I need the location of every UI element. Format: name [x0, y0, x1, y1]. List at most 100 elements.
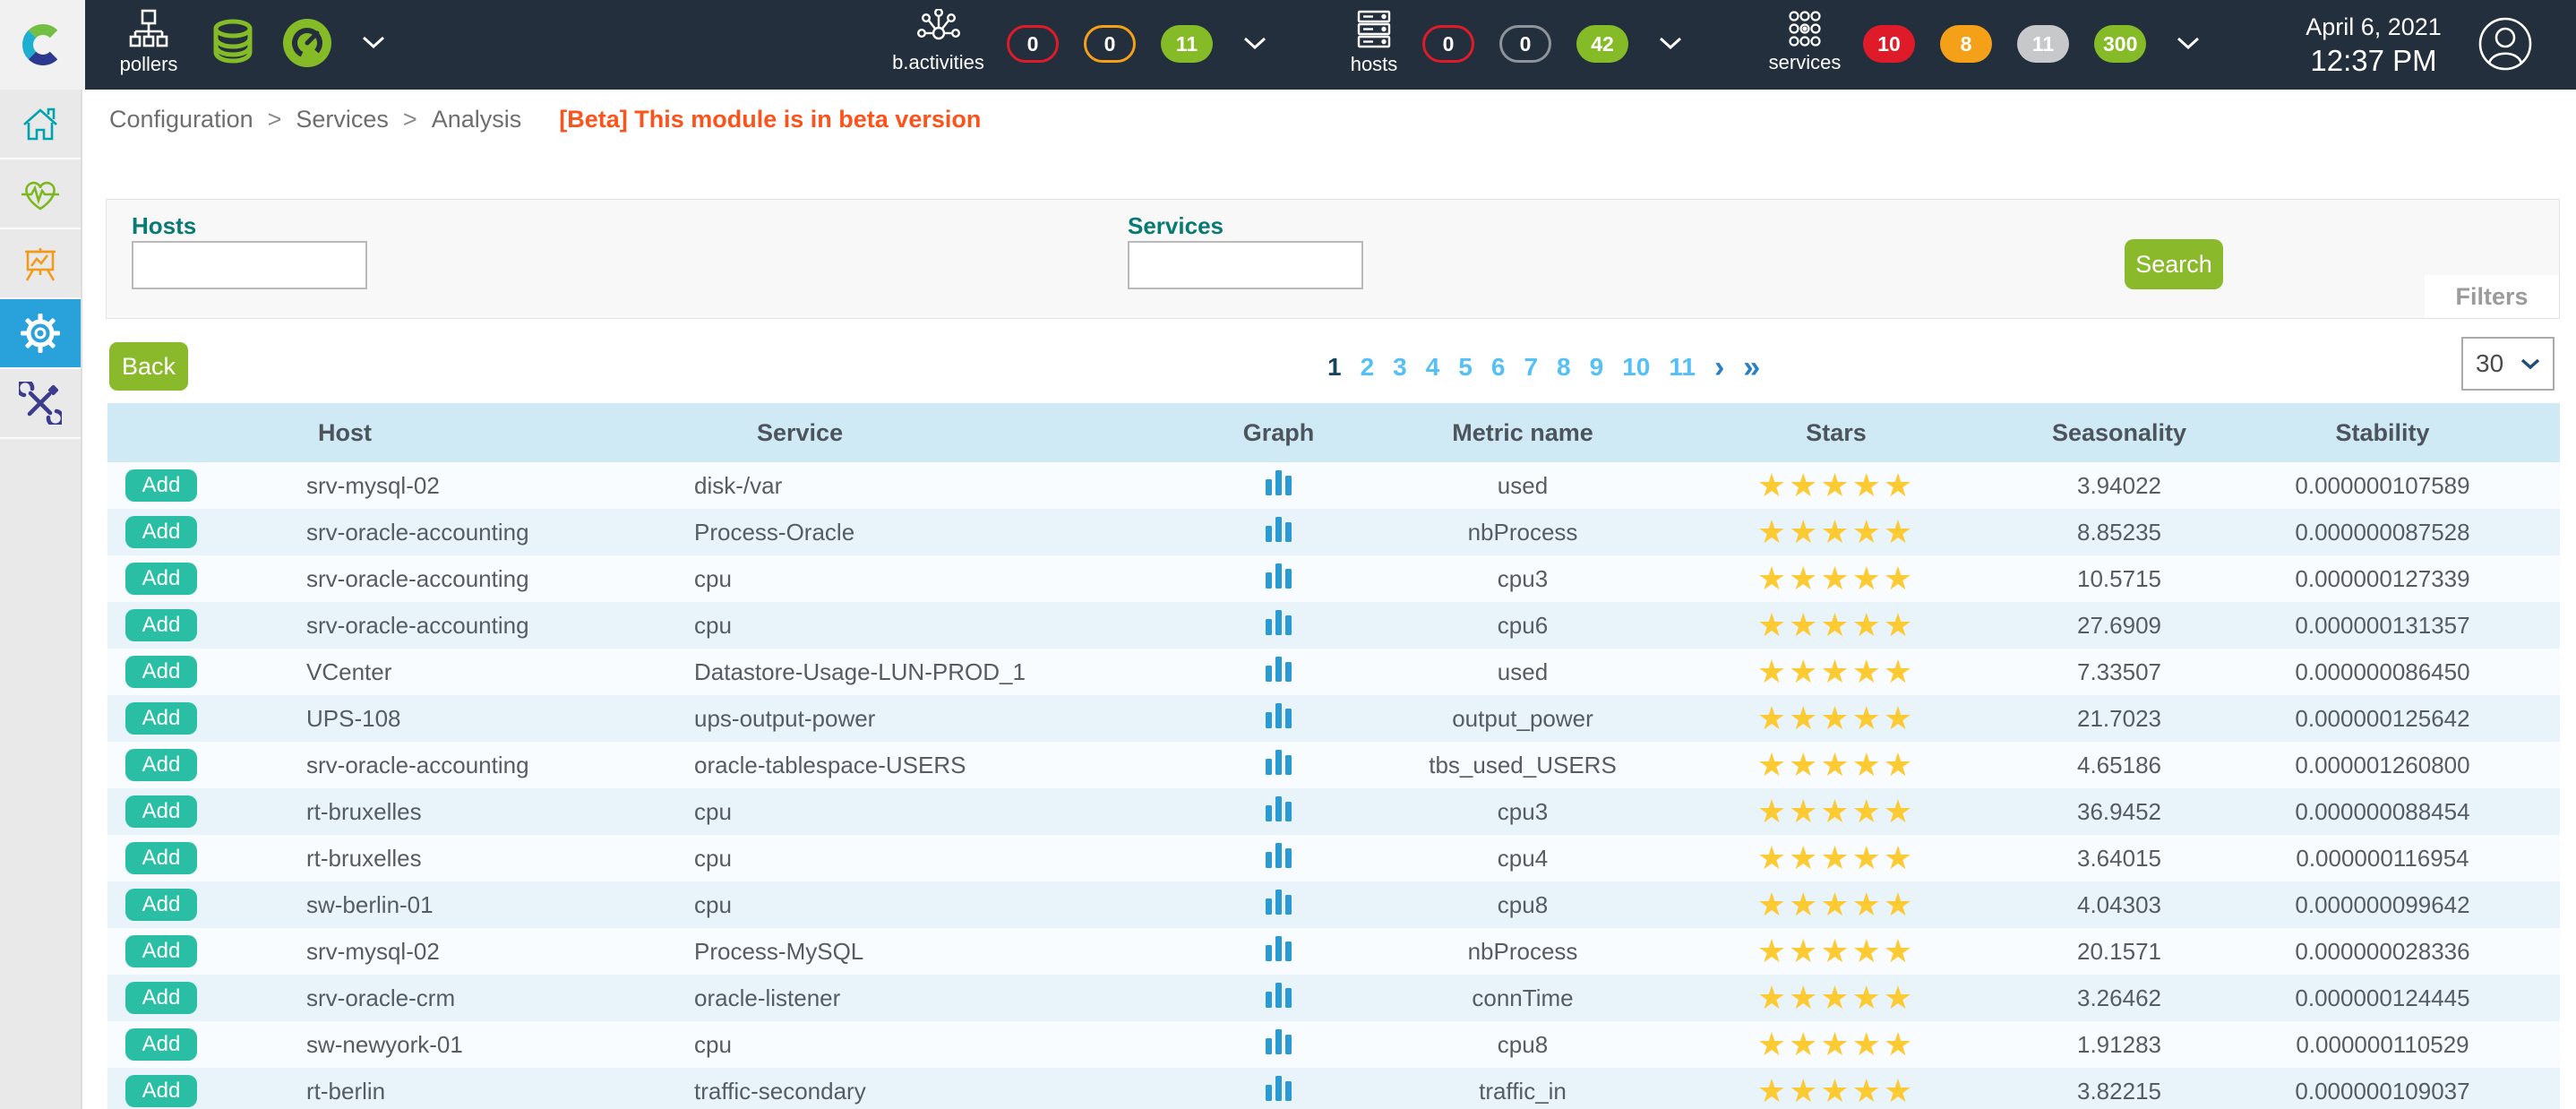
column-host: Host: [215, 403, 640, 462]
search-button[interactable]: Search: [2125, 239, 2223, 289]
star-rating: ★★★★★: [1757, 1072, 1915, 1109]
page-7[interactable]: 7: [1524, 353, 1538, 382]
service-cell: cpu: [640, 1021, 1151, 1068]
filters-toggle-tab[interactable]: Filters: [2425, 275, 2559, 318]
b-activities-status-badge[interactable]: 11: [1161, 25, 1213, 63]
add-cell: Add: [107, 602, 215, 649]
graph-icon[interactable]: [1264, 886, 1294, 924]
page-2[interactable]: 2: [1361, 353, 1375, 382]
sidebar-item-monitoring[interactable]: [0, 159, 81, 229]
topbar-hosts[interactable]: hosts: [1340, 9, 1408, 76]
table-row: Addsw-newyork-01cpucpu8★★★★★1.912830.000…: [107, 1021, 2560, 1068]
stability-cell: 0.000000131357: [2205, 602, 2560, 649]
add-button[interactable]: Add: [125, 935, 197, 967]
pollers-chevron-down-icon[interactable]: [362, 36, 385, 54]
graph-icon[interactable]: [1264, 700, 1294, 738]
page-6[interactable]: 6: [1491, 353, 1506, 382]
graph-icon[interactable]: [1264, 467, 1294, 505]
add-button[interactable]: Add: [125, 749, 197, 781]
page-9[interactable]: 9: [1590, 353, 1604, 382]
back-button[interactable]: Back: [109, 342, 188, 391]
graph-cell: [1151, 555, 1406, 602]
hosts-status-badge[interactable]: 0: [1499, 25, 1551, 63]
add-button[interactable]: Add: [125, 842, 197, 874]
add-button[interactable]: Add: [125, 1028, 197, 1061]
sidebar-item-home[interactable]: [0, 90, 81, 159]
graph-icon[interactable]: [1264, 653, 1294, 692]
gear-icon: [19, 312, 62, 355]
metric-name-cell: cpu6: [1406, 602, 1639, 649]
page-size-select[interactable]: 30: [2461, 337, 2555, 391]
add-button[interactable]: Add: [125, 795, 197, 828]
graph-cell: [1151, 975, 1406, 1021]
services-filter-input[interactable]: [1128, 241, 1363, 289]
next-page-button[interactable]: ›: [1714, 355, 1724, 380]
graph-icon[interactable]: [1264, 933, 1294, 971]
hosts-chevron-down-icon[interactable]: [1659, 37, 1682, 55]
add-button[interactable]: Add: [125, 702, 197, 735]
graph-icon[interactable]: [1264, 606, 1294, 645]
page-5[interactable]: 5: [1458, 353, 1473, 382]
page-3[interactable]: 3: [1393, 353, 1407, 382]
add-button[interactable]: Add: [125, 609, 197, 641]
graph-icon[interactable]: [1264, 746, 1294, 785]
b-activities-status-badge[interactable]: 0: [1084, 25, 1136, 63]
hosts-filter-input[interactable]: [132, 241, 367, 289]
stability-cell: 0.000001260800: [2205, 742, 2560, 788]
add-button[interactable]: Add: [125, 889, 197, 921]
hosts-status-badge[interactable]: 0: [1422, 25, 1474, 63]
heart-pulse-icon: [20, 173, 61, 214]
breadcrumb-services[interactable]: Services: [296, 106, 389, 133]
topbar-services[interactable]: services: [1756, 9, 1854, 74]
b-activities-chevron-down-icon[interactable]: [1243, 37, 1267, 55]
graph-icon[interactable]: [1264, 979, 1294, 1018]
metric-name-cell: cpu3: [1406, 555, 1639, 602]
graph-cell: [1151, 1068, 1406, 1109]
graph-icon[interactable]: [1264, 1072, 1294, 1109]
graph-icon[interactable]: [1264, 513, 1294, 552]
services-status-badge[interactable]: 300: [2094, 25, 2146, 63]
page-8[interactable]: 8: [1557, 353, 1571, 382]
gauge-icon[interactable]: [281, 18, 333, 68]
stars-cell: ★★★★★: [1639, 462, 2033, 509]
add-button[interactable]: Add: [125, 1075, 197, 1107]
services-status-badge[interactable]: 11: [2017, 25, 2069, 63]
graph-icon[interactable]: [1264, 1026, 1294, 1064]
sidebar-item-reporting[interactable]: [0, 229, 81, 299]
graph-cell: [1151, 928, 1406, 975]
database-icon[interactable]: [208, 18, 258, 68]
seasonality-cell: 4.65186: [2033, 742, 2205, 788]
add-button[interactable]: Add: [125, 563, 197, 595]
add-button[interactable]: Add: [125, 982, 197, 1014]
page-4[interactable]: 4: [1426, 353, 1440, 382]
graph-icon[interactable]: [1264, 839, 1294, 878]
stars-cell: ★★★★★: [1639, 788, 2033, 835]
sidebar-item-administration[interactable]: [0, 369, 81, 439]
user-avatar[interactable]: [2477, 16, 2533, 76]
graph-icon[interactable]: [1264, 793, 1294, 831]
page-10[interactable]: 10: [1622, 353, 1650, 382]
hosts-status-badge[interactable]: 42: [1576, 25, 1628, 63]
sidebar-item-configuration[interactable]: [0, 299, 81, 369]
hosts-filter-label: Hosts: [132, 212, 196, 240]
page-1[interactable]: 1: [1327, 353, 1342, 382]
breadcrumb-analysis[interactable]: Analysis: [432, 106, 522, 133]
seasonality-cell: 7.33507: [2033, 649, 2205, 695]
centreon-logo[interactable]: [0, 0, 85, 90]
add-button[interactable]: Add: [125, 656, 197, 688]
last-page-button[interactable]: »: [1743, 355, 1760, 380]
topbar-pollers[interactable]: pollers: [107, 9, 190, 76]
add-button[interactable]: Add: [125, 516, 197, 548]
b-activities-status-badge[interactable]: 0: [1007, 25, 1059, 63]
add-button[interactable]: Add: [125, 469, 197, 502]
graph-icon[interactable]: [1264, 560, 1294, 598]
services-status-badge[interactable]: 8: [1940, 25, 1992, 63]
services-chevron-down-icon[interactable]: [2177, 37, 2200, 55]
star-rating: ★★★★★: [1757, 653, 1915, 690]
stability-cell: 0.000000127339: [2205, 555, 2560, 602]
services-status-badge[interactable]: 10: [1863, 25, 1915, 63]
metric-name-cell: output_power: [1406, 695, 1639, 742]
topbar-b-activities[interactable]: b.activities: [882, 9, 994, 74]
page-11[interactable]: 11: [1669, 353, 1696, 382]
breadcrumb-configuration[interactable]: Configuration: [109, 106, 253, 133]
